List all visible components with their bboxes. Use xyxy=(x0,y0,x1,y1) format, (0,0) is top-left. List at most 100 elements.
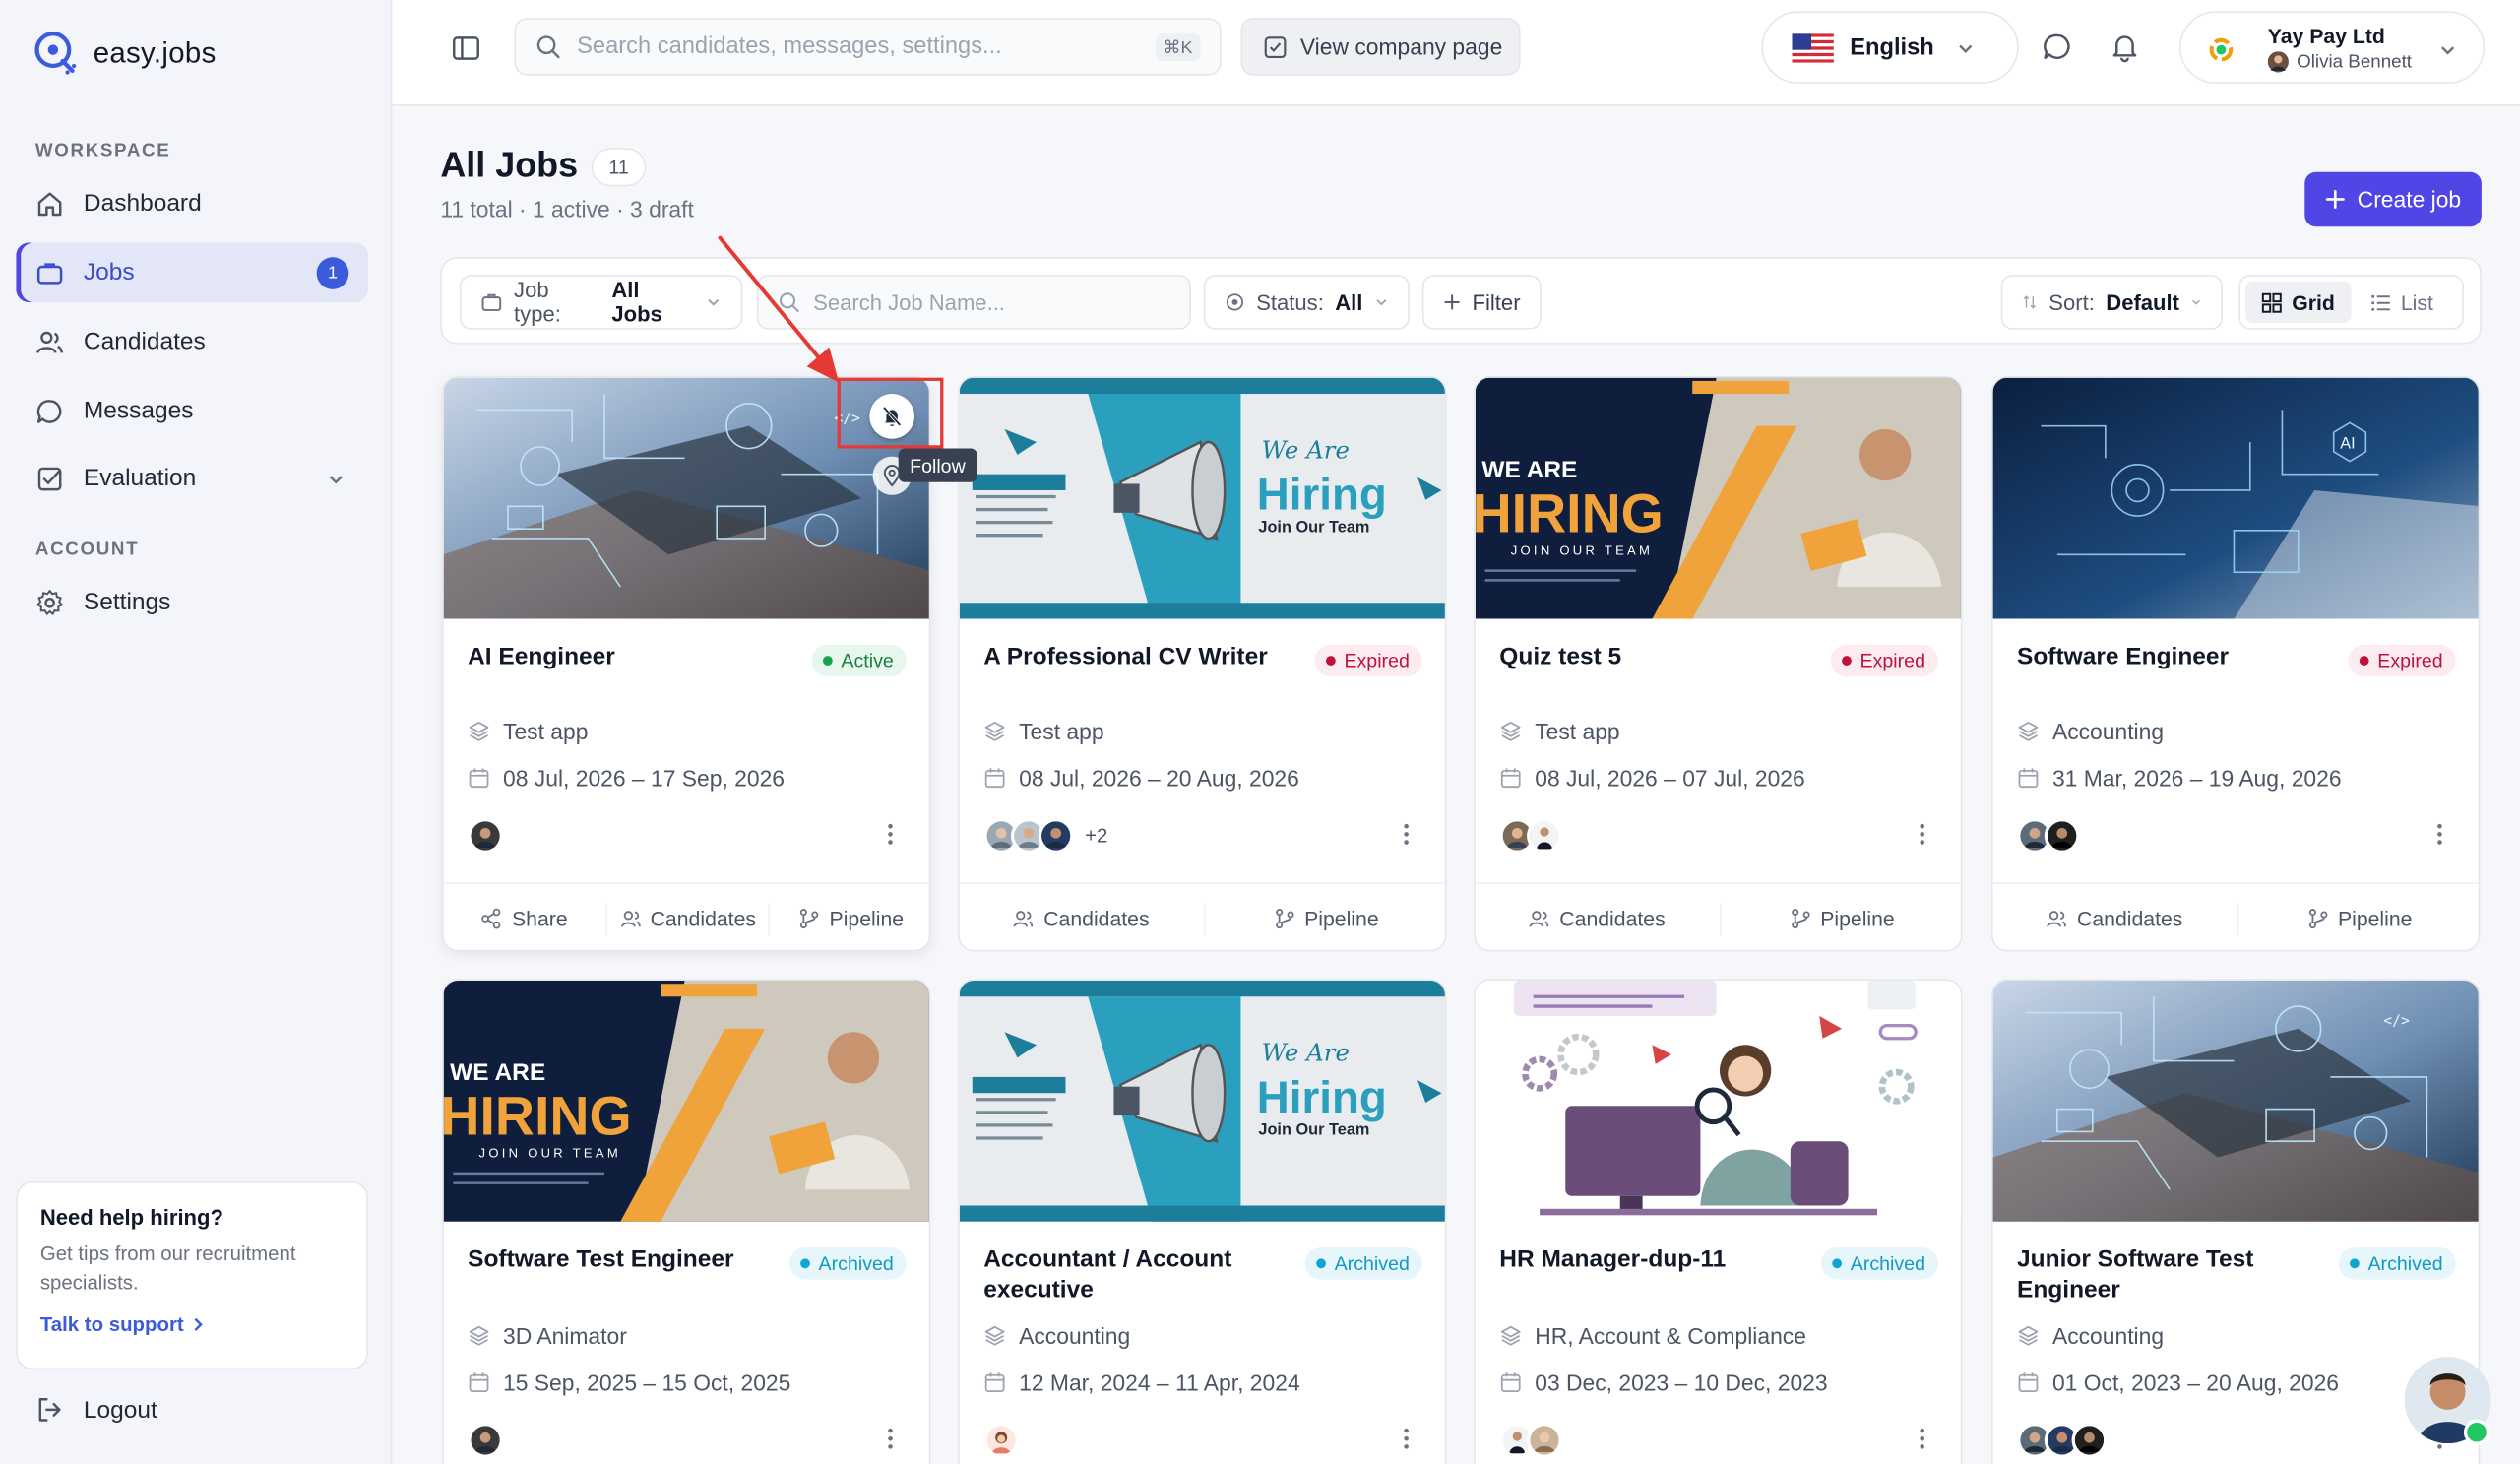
job-options-button[interactable] xyxy=(1403,1428,1410,1458)
messages-button[interactable] xyxy=(2042,31,2074,71)
brand-logo[interactable]: easy.jobs xyxy=(32,29,217,77)
job-title[interactable]: Software Engineer xyxy=(2017,641,2339,671)
job-banner-image: We Are Hiring Join Our Team xyxy=(959,980,1445,1222)
avatar xyxy=(2071,1422,2108,1458)
logout-button[interactable]: Logout xyxy=(35,1395,158,1424)
job-card[interactable]: </> AI Eengineer Active Test app 08 Jul,… xyxy=(441,376,931,952)
avatar xyxy=(2044,818,2080,854)
search-shortcut: ⌘K xyxy=(1155,33,1201,62)
kebab-menu-icon xyxy=(1920,1428,1924,1449)
candidates-button[interactable]: Candidates xyxy=(604,902,769,935)
chevron-down-icon xyxy=(1956,38,1976,64)
job-dates: 03 Dec, 2023 – 10 Dec, 2023 xyxy=(1499,1369,1828,1395)
sort-dropdown[interactable]: Sort: Default xyxy=(2000,275,2224,330)
job-card[interactable]: We Are Hiring Join Our Team Accountant /… xyxy=(958,979,1447,1464)
job-options-button[interactable] xyxy=(887,1428,894,1458)
chevron-down-icon xyxy=(1376,299,1387,306)
job-title[interactable]: Accountant / Account executive xyxy=(983,1244,1305,1305)
banner-text: WE ARE xyxy=(1481,457,1577,483)
user-avatar xyxy=(2267,51,2289,73)
create-job-button[interactable]: Create job xyxy=(2304,171,2482,227)
job-dates-label: 08 Jul, 2026 – 17 Sep, 2026 xyxy=(503,765,786,792)
job-title[interactable]: Software Test Engineer xyxy=(468,1244,789,1275)
pipeline-button[interactable]: Pipeline xyxy=(1719,902,1961,935)
job-card[interactable]: AI Software Engineer Expired Accounting … xyxy=(1990,376,2481,952)
status-dot xyxy=(1316,1258,1327,1269)
sidebar-item-dashboard[interactable]: Dashboard xyxy=(16,173,368,232)
notifications-button[interactable] xyxy=(2109,31,2141,71)
list-view-button[interactable]: List xyxy=(2354,282,2449,323)
checkbox-icon xyxy=(35,464,64,492)
candidates-button[interactable]: Candidates xyxy=(1993,903,2236,935)
status-filter-value: All xyxy=(1335,289,1363,315)
calendar-icon xyxy=(469,1372,489,1392)
layers-icon xyxy=(469,722,489,741)
sidebar-toggle-button[interactable] xyxy=(450,32,482,73)
users-icon xyxy=(2047,911,2067,927)
job-card[interactable]: HR Manager-dup-11 Archived HR, Account &… xyxy=(1474,979,1963,1464)
banner-text: AI xyxy=(2340,435,2355,453)
account-switcher[interactable]: Yay Pay Ltd Olivia Bennett xyxy=(2178,11,2486,84)
candidates-button[interactable]: Candidates xyxy=(1476,903,1719,935)
job-options-button[interactable] xyxy=(1403,823,1410,854)
job-options-button[interactable] xyxy=(2436,823,2443,854)
kebab-menu-icon xyxy=(1920,823,1924,845)
talk-to-support-link[interactable]: Talk to support xyxy=(40,1313,345,1336)
candidates-label: Candidates xyxy=(1043,906,1150,931)
user-name: Olivia Bennett xyxy=(2297,52,2413,72)
workspace-section-label: WORKSPACE xyxy=(34,141,171,161)
layers-icon xyxy=(1500,722,1521,741)
job-title[interactable]: AI Eengineer xyxy=(468,641,789,671)
job-category-label: 3D Animator xyxy=(503,1322,627,1349)
status-label: Expired xyxy=(1344,649,1410,672)
brand-name: easy.jobs xyxy=(93,35,217,69)
filter-button[interactable]: Filter xyxy=(1421,275,1542,330)
message-icon xyxy=(35,396,64,424)
job-banner-image: </> xyxy=(1992,980,2479,1222)
git-branch-icon xyxy=(1791,909,1810,929)
job-options-button[interactable] xyxy=(1919,823,1925,854)
job-type-filter[interactable]: Job type: All Jobs xyxy=(459,275,743,330)
banner-text: WE ARE xyxy=(450,1059,545,1086)
global-search-input[interactable]: Search candidates, messages, settings...… xyxy=(514,17,1222,76)
share-label: Share xyxy=(511,906,568,931)
pipeline-button[interactable]: Pipeline xyxy=(1203,902,1445,935)
sidebar-item-messages[interactable]: Messages xyxy=(16,381,368,440)
candidates-button[interactable]: Candidates xyxy=(960,903,1203,935)
pipeline-button[interactable]: Pipeline xyxy=(2236,902,2479,935)
sidebar-item-candidates[interactable]: Candidates xyxy=(16,312,368,371)
job-title[interactable]: Quiz test 5 xyxy=(1499,641,1821,671)
talk-to-support-label: Talk to support xyxy=(39,1312,184,1336)
sidebar-item-jobs[interactable]: Jobs 1 xyxy=(16,242,368,302)
language-label: English xyxy=(1850,34,1934,61)
job-title[interactable]: Junior Software Test Engineer xyxy=(2017,1244,2339,1305)
kebab-menu-icon xyxy=(1404,1428,1409,1449)
job-card[interactable]: WE ARE HIRING JOIN OUR TEAM Quiz test 5 … xyxy=(1474,376,1963,952)
job-card[interactable]: We Are Hiring Join Our Team A Profession… xyxy=(958,376,1447,952)
git-branch-icon xyxy=(799,909,819,929)
job-title[interactable]: A Professional CV Writer xyxy=(983,641,1305,671)
job-options-button[interactable] xyxy=(887,823,894,854)
status-label: Archived xyxy=(1334,1251,1410,1275)
status-label: Archived xyxy=(2367,1251,2443,1275)
pipeline-button[interactable]: Pipeline xyxy=(768,902,929,935)
share-icon xyxy=(482,908,502,929)
status-filter[interactable]: Status: All xyxy=(1203,275,1410,330)
pipeline-label: Pipeline xyxy=(1304,906,1379,931)
chat-icon xyxy=(2044,33,2070,60)
job-options-button[interactable] xyxy=(1919,1428,1925,1458)
team-avatars xyxy=(2017,1422,2108,1458)
team-avatars xyxy=(468,818,504,854)
share-button[interactable]: Share xyxy=(444,903,605,935)
view-company-page-button[interactable]: View company page xyxy=(1240,17,1521,76)
language-selector[interactable]: English xyxy=(1761,11,2019,84)
logout-label: Logout xyxy=(83,1395,158,1424)
sidebar-item-settings[interactable]: Settings xyxy=(16,572,368,631)
job-card[interactable]: WE ARE HIRING JOIN OUR TEAM Software Tes… xyxy=(441,979,931,1464)
banner-text: Hiring xyxy=(1257,1072,1387,1122)
job-title[interactable]: HR Manager-dup-11 xyxy=(1499,1244,1821,1275)
grid-view-button[interactable]: Grid xyxy=(2244,281,2352,324)
help-title: Need help hiring? xyxy=(39,1205,223,1231)
sort-label: Sort: xyxy=(2048,289,2095,315)
sidebar-item-evaluation[interactable]: Evaluation xyxy=(16,449,368,508)
